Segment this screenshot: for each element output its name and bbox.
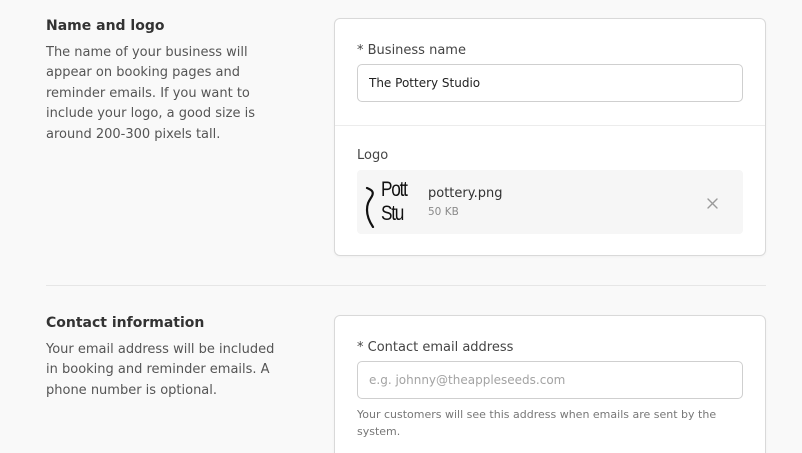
contact-info-description: Your email address will be included in b…	[46, 342, 275, 398]
card-divider	[335, 125, 765, 126]
logo-label: Logo	[357, 148, 389, 163]
logo-thumbnail-text: Pott Stu	[381, 178, 408, 225]
name-logo-card: * Business name Logo Pott Stu pottery.pn…	[334, 18, 766, 256]
contact-info-title: Contact information	[46, 315, 205, 331]
contact-email-label: * Contact email address	[357, 340, 514, 355]
name-logo-description: The name of your business will appear on…	[46, 45, 255, 142]
logo-file-name: pottery.png	[428, 186, 503, 201]
logo-vase-graphic	[365, 186, 375, 228]
contact-info-card: * Contact email address Your customers w…	[334, 315, 766, 453]
logo-file-preview: Pott Stu pottery.png 50 KB	[357, 170, 743, 234]
remove-logo-button[interactable]	[701, 192, 723, 214]
close-icon	[706, 197, 718, 209]
logo-thumbnail: Pott Stu	[363, 176, 417, 228]
contact-email-help: Your customers will see this address whe…	[357, 408, 717, 438]
settings-page: Name and logo The name of your business …	[0, 0, 802, 453]
name-logo-title: Name and logo	[46, 18, 165, 34]
contact-email-input[interactable]	[357, 361, 743, 399]
logo-file-size: 50 KB	[428, 206, 459, 218]
business-name-label: * Business name	[357, 43, 466, 58]
section-divider	[46, 285, 766, 286]
business-name-input[interactable]	[357, 64, 743, 102]
